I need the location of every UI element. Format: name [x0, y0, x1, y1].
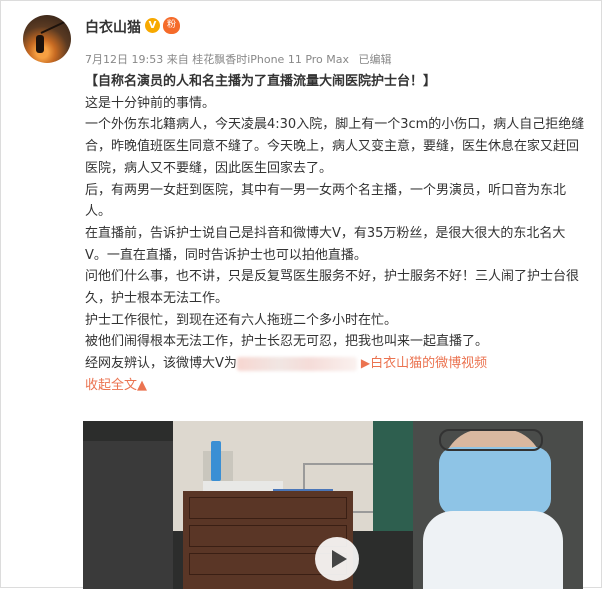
verified-badge-icon: V — [145, 18, 160, 33]
redacted-name — [236, 356, 357, 371]
post-paragraph: 问他们什么事，也不讲，只是反复骂医生服务不好，护士服务不好！三人闹了护士台很久，… — [85, 269, 580, 307]
collapse-toggle[interactable]: 收起全文▲ — [85, 375, 585, 397]
post-last-line: 经网友辨认，该微博大V为 ▶白衣山猫的微博视频 — [85, 356, 488, 372]
video-frame-person — [83, 441, 173, 589]
video-link-icon[interactable]: ▶ — [361, 356, 370, 370]
play-button-icon[interactable] — [315, 537, 359, 581]
post-paragraph: 护士工作很忙，到现在还有六人拖班二个多小时在忙。 — [85, 312, 398, 328]
post-headline: 【自称名演员的人和名主播为了直播流量大闹医院护士台！】 — [85, 74, 437, 89]
video-link[interactable]: 白衣山猫的微博视频 — [370, 356, 487, 371]
post-paragraph: 一个外伤东北籍病人，今天凌晨4:30入院，脚上有一个3cm的小伤口，病人自己拒绝… — [85, 117, 585, 176]
video-player[interactable] — [83, 421, 583, 589]
post-time[interactable]: 7月12日 19:53 — [85, 53, 163, 66]
edited-label[interactable]: 已编辑 — [359, 53, 392, 66]
post-paragraph: 这是十分钟前的事情。 — [85, 95, 216, 111]
chevron-up-icon: ▲ — [137, 377, 148, 393]
post-source[interactable]: 来自 桂花飘香时iPhone 11 Pro Max — [167, 53, 349, 66]
post-body: 【自称名演员的人和名主播为了直播流量大闹医院护士台！】 这是十分钟前的事情。 一… — [85, 71, 585, 397]
author-name[interactable]: 白衣山猫 — [85, 17, 141, 37]
author-avatar[interactable] — [23, 15, 71, 63]
post-paragraph: 在直播前，告诉护士说自己是抖音和微博大V，有35万粉丝，是很大很大的东北名大V。… — [85, 225, 566, 263]
post-meta: 7月12日 19:53 来自 桂花飘香时iPhone 11 Pro Max 已编… — [85, 51, 392, 67]
fan-badge-icon: 粉 — [163, 17, 180, 34]
post-paragraph: 被他们闹得根本无法工作，护士长忍无可忍，把我也叫来一起直播了。 — [85, 334, 489, 350]
post-paragraph: 后，有两男一女赶到医院，其中有一男一女两个名主播，一个男演员，听口音为东北人。 — [85, 182, 567, 220]
weibo-post-card: 白衣山猫 V 粉 7月12日 19:53 来自 桂花飘香时iPhone 11 P… — [0, 0, 602, 589]
